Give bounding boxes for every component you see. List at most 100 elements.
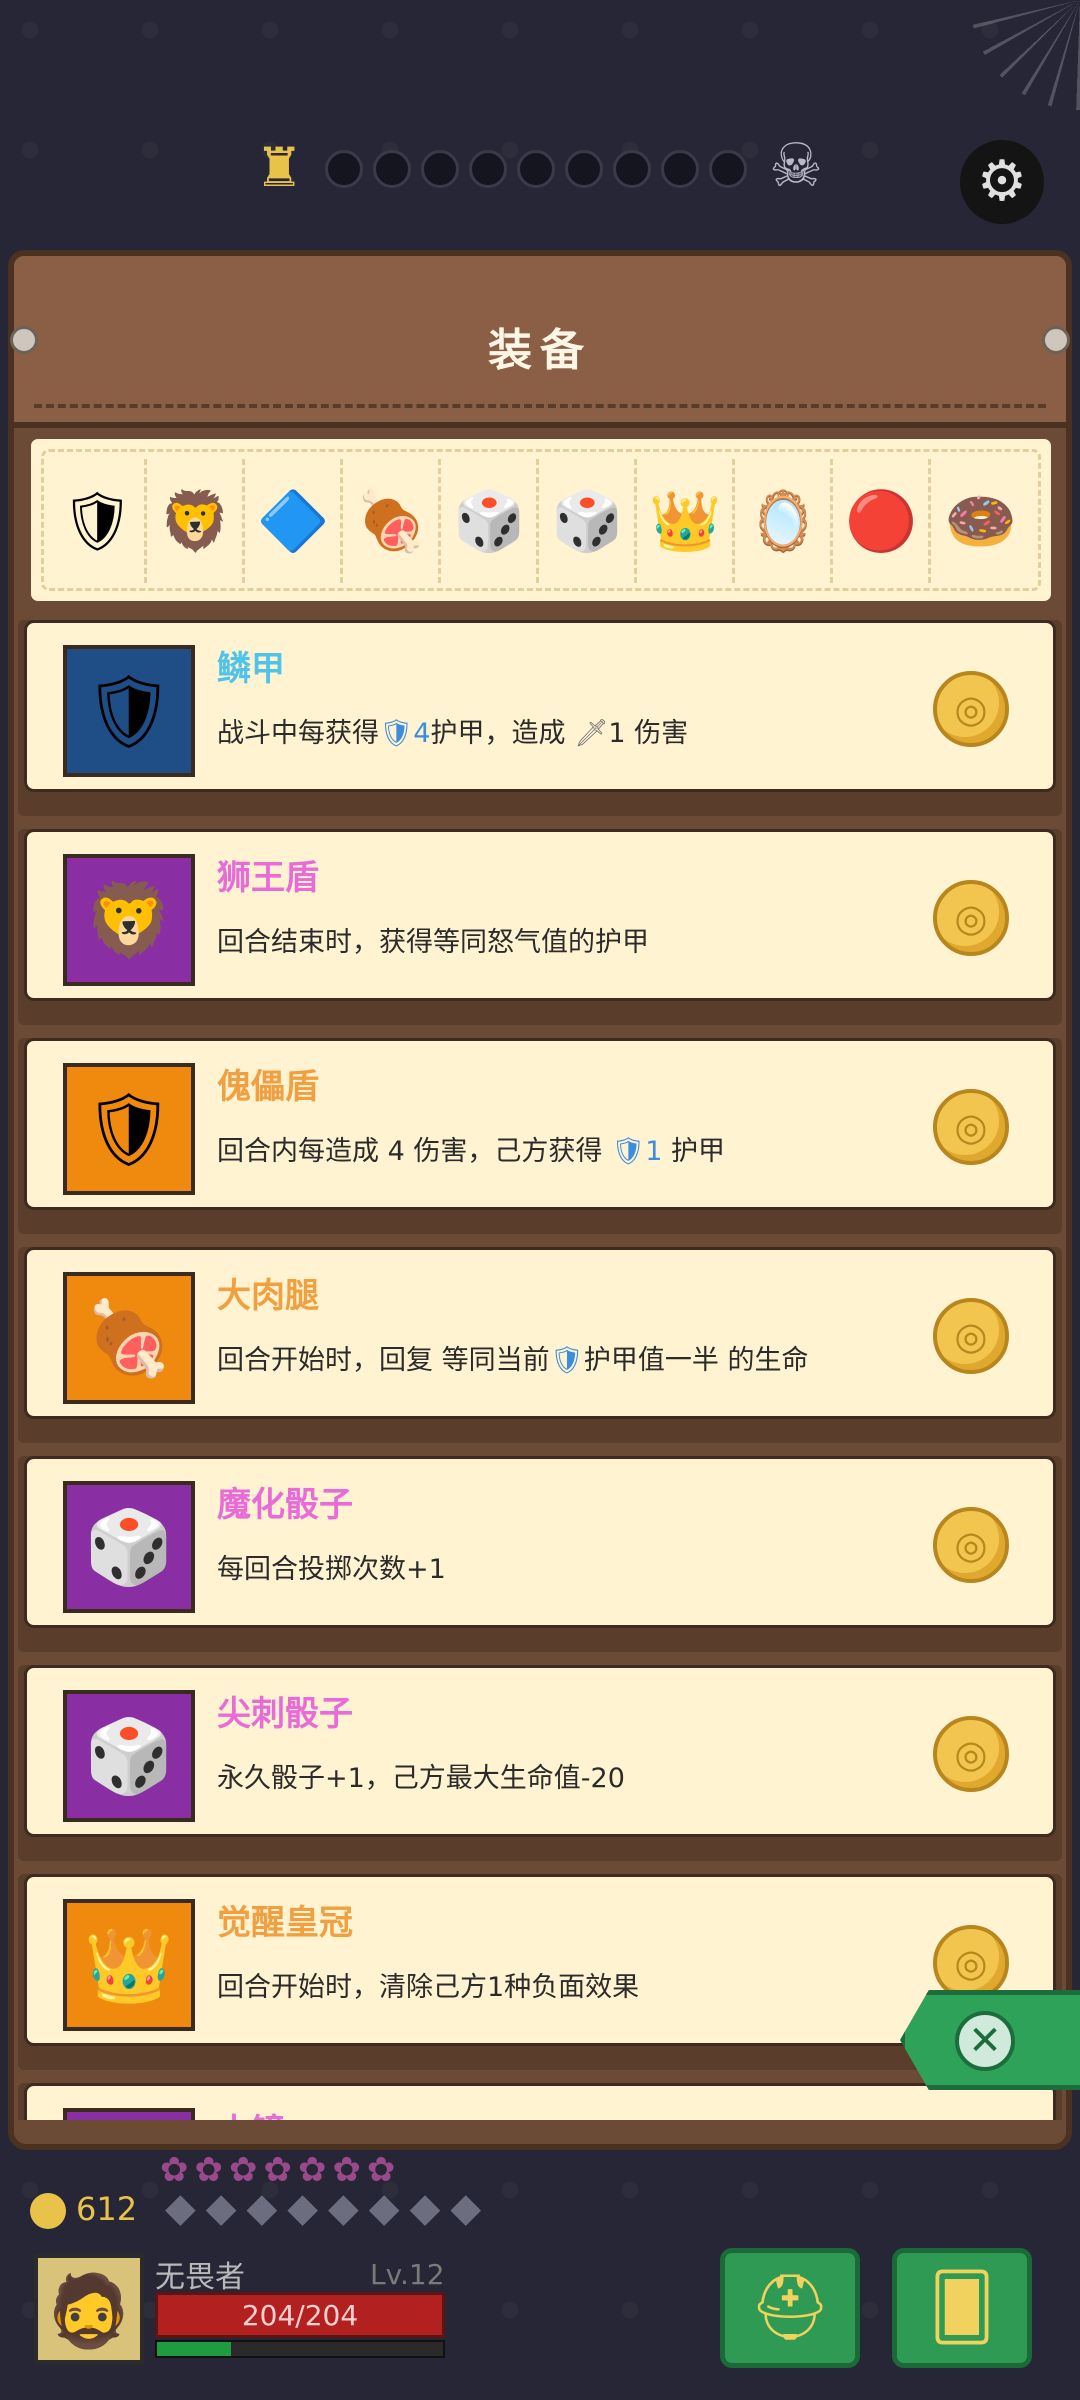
panel-header: 装备 <box>8 250 1072 428</box>
item-icon: 🪞 <box>63 2108 195 2120</box>
item-description: 回合结束时，获得等同怒气值的护甲 <box>217 920 649 959</box>
scale-armor-icon[interactable]: 🛡 <box>51 459 147 583</box>
item-description: 每回合投掷次数+1 <box>217 1547 446 1586</box>
card-body: 🛡 鳞甲战斗中每获得🛡4护甲，造成 🗡1 伤害 ◎ <box>24 620 1056 792</box>
crown-icon[interactable]: 👑 <box>639 459 735 583</box>
coin-icon[interactable]: ◎ <box>933 1507 1009 1583</box>
desc-text: 回合开始时，清除己方1种负面效果 <box>217 1972 640 2003</box>
close-button[interactable]: ✕ <box>900 1990 1080 2090</box>
item-icon: 🍖 <box>63 1272 195 1404</box>
item-card[interactable]: 🎲 魔化骰子每回合投掷次数+1 ◎ <box>18 1456 1062 1652</box>
mirror-icon[interactable]: 🪞 <box>737 459 833 583</box>
coin-icon[interactable]: ◎ <box>933 1089 1009 1165</box>
item-name: 狮王盾 <box>217 858 319 898</box>
helmet-button[interactable]: ⛑ <box>720 2248 860 2368</box>
desc-text: 护甲 <box>662 1136 725 1167</box>
button-icon[interactable]: 🔴 <box>835 459 931 583</box>
player-level: Lv.12 <box>370 2258 445 2291</box>
card-body: 🦁 狮王盾回合结束时，获得等同怒气值的护甲 ◎ <box>24 829 1056 1001</box>
puppet-shield-icon[interactable]: 🔷 <box>247 459 343 583</box>
item-name: 大肉腿 <box>217 1276 319 1316</box>
item-name: 傀儡盾 <box>217 1067 319 1107</box>
item-card[interactable]: 🪞古镜◎ <box>18 2083 1062 2120</box>
coin-icon[interactable]: ◎ <box>933 880 1009 956</box>
desc-text: 战斗中每获得 <box>217 718 379 749</box>
demon-dice-icon[interactable]: 🎲 <box>443 459 539 583</box>
stage-dot <box>709 150 747 188</box>
item-description: 回合开始时，清除己方1种负面效果 <box>217 1965 639 2004</box>
gold-counter: 612 <box>30 2190 137 2229</box>
equipment-list[interactable]: 🛡 鳞甲战斗中每获得🛡4护甲，造成 🗡1 伤害 ◎ 🦁 狮王盾回合结束时，获得等同怒气值… <box>18 620 1062 2120</box>
equipment-strip: 🛡 🦁 🔷 🍖 🎲 🎲 👑 🪞 🔴 🍩 <box>26 434 1056 606</box>
armor-icon: 🛡 <box>610 1136 646 1167</box>
card-body: 🍖 大肉腿回合开始时，回复 等同当前🛡护甲值一半 的生命 ◎ <box>24 1247 1056 1419</box>
player-name: 无畏者 <box>155 2260 245 2295</box>
coin-icon[interactable]: ◎ <box>933 1925 1009 2001</box>
relic-row-icons-2: ◆◆◆◆◆◆◆◆ <box>165 2185 492 2231</box>
item-icon: 🎲 <box>63 1690 195 1822</box>
header-divider <box>34 404 1046 408</box>
cards-button[interactable]: 🂠 <box>892 2248 1032 2368</box>
settings-gear-icon[interactable]: ⚙ <box>960 140 1044 224</box>
xp-bar <box>155 2340 445 2358</box>
stage-dot <box>661 150 699 188</box>
stage-dot <box>325 150 363 188</box>
coin-icon <box>30 2193 66 2229</box>
item-icon: 👑 <box>63 1899 195 2031</box>
stage-dot <box>421 150 459 188</box>
card-body: 👑 觉醒皇冠回合开始时，清除己方1种负面效果 ◎ <box>24 1874 1056 2046</box>
armor-icon: 🛡 <box>549 1345 584 1376</box>
meat-leg-icon[interactable]: 🍖 <box>345 459 441 583</box>
item-description: 回合内每造成 4 伤害，己方获得 🛡1 护甲 <box>217 1129 725 1168</box>
hp-value: 204/204 <box>241 2299 359 2332</box>
item-icon: 🛡 <box>63 645 195 777</box>
item-card[interactable]: 🛡 鳞甲战斗中每获得🛡4护甲，造成 🗡1 伤害 ◎ <box>18 620 1062 816</box>
desc-text: 回合结束时，获得等同怒气值的护甲 <box>217 927 649 958</box>
item-icon: 🛡 <box>63 1063 195 1195</box>
hp-bar: 204/204 <box>155 2292 445 2338</box>
desc-text: 护甲值一半 的生命 <box>583 1345 809 1376</box>
boss-skull-icon: ☠ <box>769 131 823 201</box>
value-number: 1 <box>645 1136 663 1167</box>
panel-title: 装备 <box>488 325 592 376</box>
coin-icon[interactable]: ◎ <box>933 1298 1009 1374</box>
stage-dot <box>469 150 507 188</box>
donut-icon[interactable]: 🍩 <box>933 459 1029 583</box>
desc-text: 永久骰子+1，己方最大生命值-20 <box>217 1763 625 1794</box>
stage-progress-bar: ♜ ☠ <box>0 130 1080 210</box>
coin-icon[interactable]: ◎ <box>933 1716 1009 1792</box>
item-card[interactable]: 🎲 尖刺骰子永久骰子+1，己方最大生命值-20 ◎ <box>18 1665 1062 1861</box>
item-card[interactable]: 🍖 大肉腿回合开始时，回复 等同当前🛡护甲值一半 的生命 ◎ <box>18 1247 1062 1443</box>
item-card[interactable]: 🦁 狮王盾回合结束时，获得等同怒气值的护甲 ◎ <box>18 829 1062 1025</box>
card-body: 🎲 魔化骰子每回合投掷次数+1 ◎ <box>24 1456 1056 1628</box>
item-name: 尖刺骰子 <box>217 1694 353 1734</box>
item-name: 鳞甲 <box>217 649 285 689</box>
stage-dot <box>517 150 555 188</box>
desc-text: 1 伤害 <box>608 718 689 749</box>
item-name: 魔化骰子 <box>217 1485 353 1525</box>
item-name: 觉醒皇冠 <box>217 1903 353 1943</box>
stage-dot <box>565 150 603 188</box>
castle-icon: ♜ <box>255 136 304 199</box>
stage-dot <box>613 150 651 188</box>
item-icon: 🦁 <box>63 854 195 986</box>
desc-text: 每回合投掷次数+1 <box>217 1554 446 1585</box>
sword-icon: 🗡 <box>574 718 609 749</box>
stage-dot <box>373 150 411 188</box>
item-description: 回合开始时，回复 等同当前🛡护甲值一半 的生命 <box>217 1338 808 1377</box>
item-description: 永久骰子+1，己方最大生命值-20 <box>217 1756 625 1795</box>
spike-dice-icon[interactable]: 🎲 <box>541 459 637 583</box>
player-avatar[interactable]: 🧔 <box>34 2254 144 2364</box>
card-body: 🪞古镜◎ <box>24 2083 1056 2120</box>
armor-icon: 🛡 <box>379 718 414 749</box>
card-body: 🛡 傀儡盾回合内每造成 4 伤害，己方获得 🛡1 护甲 ◎ <box>24 1038 1056 1210</box>
coin-icon[interactable]: ◎ <box>933 671 1009 747</box>
relic-row-icons: ✿✿✿✿✿✿✿ <box>160 2150 402 2190</box>
item-card[interactable]: 🛡 傀儡盾回合内每造成 4 伤害，己方获得 🛡1 护甲 ◎ <box>18 1038 1062 1234</box>
gold-value: 612 <box>76 2190 138 2228</box>
card-body: 🎲 尖刺骰子永久骰子+1，己方最大生命值-20 ◎ <box>24 1665 1056 1837</box>
item-icon: 🎲 <box>63 1481 195 1613</box>
item-description: 战斗中每获得🛡4护甲，造成 🗡1 伤害 <box>217 711 688 750</box>
lion-shield-icon[interactable]: 🦁 <box>149 459 245 583</box>
bottom-hud: ✿✿✿✿✿✿✿ ◆◆◆◆◆◆◆◆ 612 🧔 无畏者 Lv.12 204/204… <box>0 2150 1080 2400</box>
